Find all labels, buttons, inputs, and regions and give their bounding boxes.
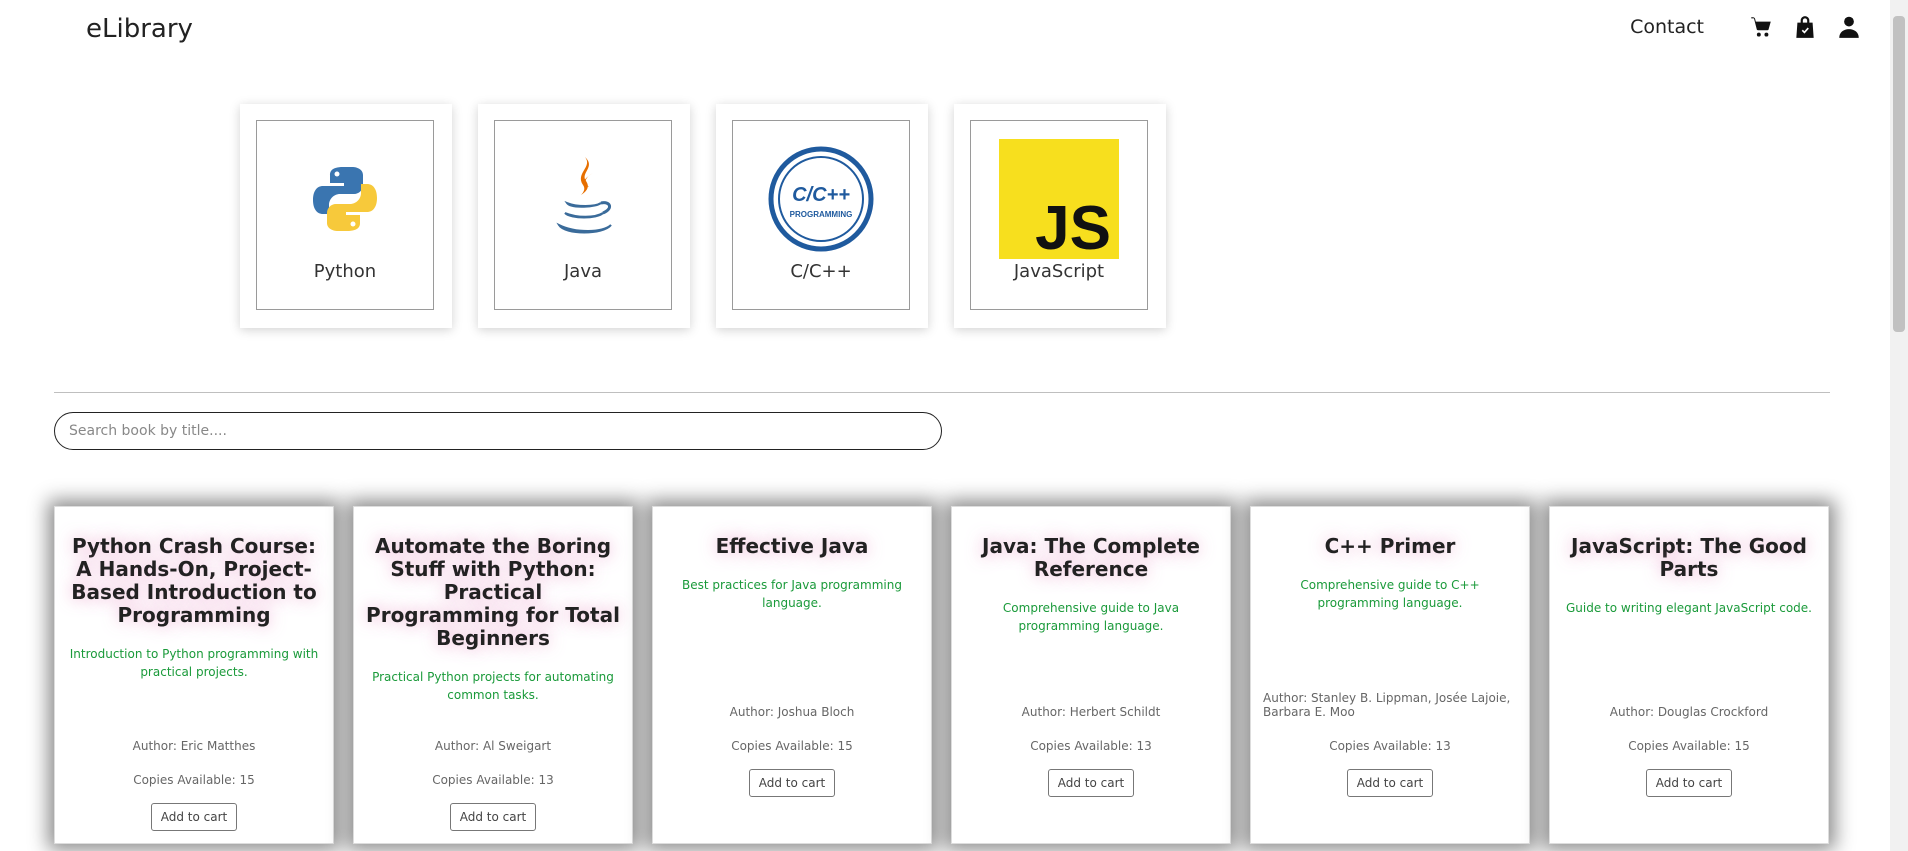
cpp-logo-sub-text: PROGRAMMING xyxy=(790,210,853,219)
book-description: Introduction to Python programming with … xyxy=(69,647,319,679)
category-card-javascript[interactable]: JS JavaScript xyxy=(954,104,1166,328)
category-frame: JS JavaScript xyxy=(970,120,1148,310)
book-meta: Author: Joshua Bloch Copies Available: 1… xyxy=(665,705,919,797)
contact-link[interactable]: Contact xyxy=(1630,16,1704,38)
book-title: C++ Primer xyxy=(1324,534,1456,558)
book-meta: Author: Stanley B. Lippman, Josée Lajoie… xyxy=(1263,691,1517,797)
book-description: Practical Python projects for automating… xyxy=(372,670,614,702)
book-card: JavaScript: The Good Parts Guide to writ… xyxy=(1549,506,1829,844)
section-divider xyxy=(54,392,1830,393)
book-card: C++ Primer Comprehensive guide to C++ pr… xyxy=(1250,506,1530,844)
book-meta: Author: Herbert Schildt Copies Available… xyxy=(964,705,1218,797)
add-to-cart-button[interactable]: Add to cart xyxy=(449,803,537,831)
book-title: Automate the Boring Stuff with Python: P… xyxy=(366,534,620,650)
book-meta: Author: Douglas Crockford Copies Availab… xyxy=(1562,705,1816,797)
shopping-bag-icon[interactable] xyxy=(1792,14,1818,40)
scrollbar-thumb[interactable] xyxy=(1893,16,1905,332)
book-title: Java: The Complete Reference xyxy=(982,534,1200,581)
python-logo-icon xyxy=(313,167,377,231)
book-title: Effective Java xyxy=(715,534,869,558)
category-label: Java xyxy=(563,261,603,282)
book-author: Author: Douglas Crockford xyxy=(1609,705,1769,719)
cpp-logo-main-text: C/C++ xyxy=(792,184,850,206)
add-to-cart-button[interactable]: Add to cart xyxy=(748,769,836,797)
book-copies: Copies Available: 15 xyxy=(133,773,255,787)
cart-icon[interactable] xyxy=(1748,14,1774,40)
book-list: Python Crash Course: A Hands-On, Project… xyxy=(54,506,1829,844)
book-meta: Author: Al Sweigart Copies Available: 13… xyxy=(366,739,620,831)
category-label: C/C++ xyxy=(790,261,852,282)
book-author: Author: Stanley B. Lippman, Josée Lajoie… xyxy=(1263,691,1511,719)
search-input[interactable] xyxy=(54,412,942,450)
book-copies: Copies Available: 15 xyxy=(1628,739,1750,753)
user-icon[interactable] xyxy=(1836,14,1862,40)
category-list: Python Java C/C++ PROGRAMMING C/C++ JS J… xyxy=(240,104,1192,328)
brand-logo[interactable]: eLibrary xyxy=(86,14,193,44)
book-card: Python Crash Course: A Hands-On, Project… xyxy=(54,506,334,844)
javascript-logo-icon: JS xyxy=(999,139,1119,259)
book-description: Comprehensive guide to C++ programming l… xyxy=(1300,578,1480,610)
page-scrollbar[interactable] xyxy=(1890,0,1908,851)
book-author: Author: Herbert Schildt xyxy=(1021,705,1161,719)
book-author: Author: Joshua Bloch xyxy=(729,705,855,719)
book-title: JavaScript: The Good Parts xyxy=(1571,534,1807,581)
category-card-cpp[interactable]: C/C++ PROGRAMMING C/C++ xyxy=(716,104,928,328)
category-card-java[interactable]: Java xyxy=(478,104,690,328)
category-frame: Python xyxy=(256,120,434,310)
book-author: Author: Al Sweigart xyxy=(434,739,552,753)
book-copies: Copies Available: 13 xyxy=(1030,739,1152,753)
java-logo-icon xyxy=(556,157,612,234)
nav-links: Contact xyxy=(1630,14,1862,40)
book-title: Python Crash Course: A Hands-On, Project… xyxy=(71,534,317,627)
add-to-cart-button[interactable]: Add to cart xyxy=(1047,769,1135,797)
book-description: Comprehensive guide to Java programming … xyxy=(1002,601,1180,633)
book-copies: Copies Available: 15 xyxy=(731,739,853,753)
book-description: Guide to writing elegant JavaScript code… xyxy=(1566,601,1812,615)
book-card: Automate the Boring Stuff with Python: P… xyxy=(353,506,633,844)
add-to-cart-button[interactable]: Add to cart xyxy=(1346,769,1434,797)
add-to-cart-button[interactable]: Add to cart xyxy=(150,803,238,831)
book-copies: Copies Available: 13 xyxy=(1329,739,1451,753)
book-card: Effective Java Best practices for Java p… xyxy=(652,506,932,844)
book-meta: Author: Eric Matthes Copies Available: 1… xyxy=(67,739,321,831)
category-card-python[interactable]: Python xyxy=(240,104,452,328)
cpp-programming-logo-icon: C/C++ PROGRAMMING xyxy=(768,146,874,252)
book-description: Best practices for Java programming lang… xyxy=(682,578,902,610)
add-to-cart-button[interactable]: Add to cart xyxy=(1645,769,1733,797)
book-copies: Copies Available: 13 xyxy=(432,773,554,787)
category-frame: C/C++ PROGRAMMING C/C++ xyxy=(732,120,910,310)
js-logo-text: JS xyxy=(1035,194,1111,259)
book-card: Java: The Complete Reference Comprehensi… xyxy=(951,506,1231,844)
book-author: Author: Eric Matthes xyxy=(132,739,256,753)
navbar: eLibrary Contact xyxy=(0,0,1890,64)
category-label: Python xyxy=(313,261,377,282)
category-label: JavaScript xyxy=(1013,261,1105,282)
category-frame: Java xyxy=(494,120,672,310)
